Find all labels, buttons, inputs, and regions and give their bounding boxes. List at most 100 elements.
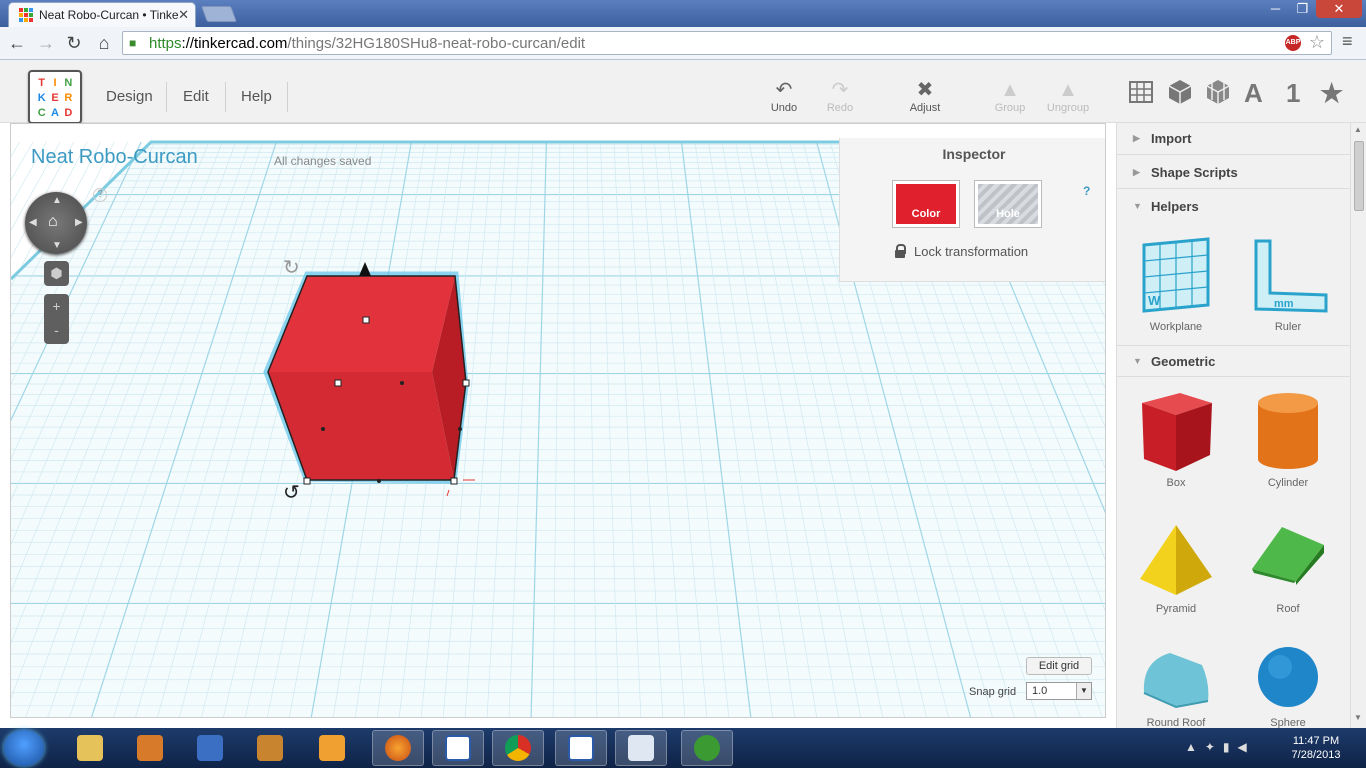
tab-close-icon[interactable]: ✕ [178, 7, 189, 23]
fit-view-cube-icon[interactable]: ⬢ [44, 261, 69, 286]
view-orbit-control[interactable]: ▲ ▼ ◀ ▶ ⌂ [25, 192, 87, 254]
tinkercad-logo[interactable]: T I N K E R C A D [28, 70, 82, 124]
text-tab[interactable]: A [1244, 78, 1263, 109]
logo-letter: A [51, 107, 59, 119]
orbit-left-icon[interactable]: ◀ [29, 217, 37, 228]
resize-handle[interactable] [303, 477, 311, 485]
shape-box[interactable]: Box [1131, 389, 1221, 489]
adblock-icon[interactable]: ABP [1285, 35, 1301, 51]
windows-start-icon[interactable] [4, 730, 44, 766]
url-path: /things/32HG180SHu8-neat-robo-curcan/edi… [287, 34, 586, 52]
logo-letter: R [64, 92, 73, 104]
shape-sphere[interactable]: Sphere [1243, 643, 1333, 728]
home-icon[interactable]: ⌂ [92, 32, 116, 54]
reload-icon[interactable]: ↻ [62, 32, 86, 54]
orbit-right-icon[interactable]: ▶ [75, 217, 83, 228]
chrome-task-icon[interactable] [492, 730, 544, 766]
minimize-icon[interactable]: ─ [1262, 0, 1289, 18]
paint-task-icon[interactable] [615, 730, 667, 766]
workplane-canvas[interactable]: ↻ ↺ Neat Robo-Curcan All changes saved ▲ … [10, 123, 1106, 718]
edit-grid-button[interactable]: Edit grid [1026, 657, 1092, 675]
resize-handle-dot[interactable] [377, 479, 381, 483]
section-shape-scripts-label: Shape Scripts [1151, 165, 1238, 180]
back-icon[interactable]: ← [5, 32, 29, 54]
document-task-icon[interactable] [432, 730, 484, 766]
resize-handle-dot[interactable] [458, 427, 462, 431]
taskbar-clock[interactable]: 11:47 PM 7/28/2013 [1284, 734, 1348, 762]
media-task-icon[interactable] [306, 730, 358, 766]
browser-menu-icon[interactable]: ≡ [1342, 31, 1353, 52]
snap-grid-select[interactable]: 1.0 ▼ [1026, 682, 1092, 700]
new-tab-button[interactable] [201, 6, 237, 22]
inspector-help-icon[interactable]: ? [1083, 184, 1090, 198]
rotate-handle-icon[interactable]: ↺ [283, 480, 300, 504]
undo-button[interactable]: ↶ Undo [759, 78, 809, 114]
redo-button[interactable]: ↷ Redo [815, 78, 865, 114]
resize-handle-dot[interactable] [321, 427, 325, 431]
system-tray-icons[interactable]: ▲✦▮◀ [1185, 740, 1255, 754]
window-close-icon[interactable]: ✕ [1316, 0, 1362, 18]
section-shape-scripts[interactable]: ▶ Shape Scripts [1117, 157, 1350, 189]
project-title[interactable]: Neat Robo-Curcan [31, 146, 198, 169]
zoom-in-icon[interactable]: + [44, 294, 69, 318]
favorites-star-icon[interactable]: ★ [1320, 78, 1343, 109]
lock-transformation-toggle[interactable]: Lock transformation [894, 244, 1028, 259]
group-button[interactable]: ▲ Group [985, 78, 1035, 114]
helper-ruler[interactable]: mm Ruler [1243, 235, 1333, 333]
cube-tab-icon[interactable] [1166, 78, 1194, 106]
resize-handle-dot[interactable] [400, 381, 404, 385]
firefox-task-icon[interactable] [372, 730, 424, 766]
section-import[interactable]: ▶ Import [1117, 123, 1350, 155]
orbit-down-icon[interactable]: ▼ [52, 240, 62, 251]
scroll-thumb[interactable] [1354, 141, 1364, 211]
ungroup-button[interactable]: ▲ Ungroup [1043, 78, 1093, 114]
shape-pyramid[interactable]: Pyramid [1131, 523, 1221, 615]
bookmark-star-icon[interactable]: ☆ [1309, 32, 1325, 53]
group-label: Group [994, 102, 1026, 114]
menu-edit[interactable]: Edit [183, 88, 209, 105]
explorer-task-icon[interactable] [64, 730, 116, 766]
shape-cylinder[interactable]: Cylinder [1243, 389, 1333, 489]
shape-roof[interactable]: Roof [1243, 523, 1333, 615]
helper-workplane[interactable]: W Workplane [1131, 235, 1221, 333]
menu-help[interactable]: Help [241, 88, 272, 105]
sidebar-scrollbar[interactable]: ▲ ▼ [1350, 123, 1366, 728]
rotate-handle-icon[interactable]: ↻ [283, 255, 300, 279]
shape-round-roof[interactable]: Round Roof [1131, 643, 1221, 728]
app-task-icon[interactable] [124, 730, 176, 766]
section-geometric[interactable]: ▼ Geometric [1117, 345, 1350, 377]
section-helpers[interactable]: ▼ Helpers [1117, 191, 1350, 223]
resize-handle[interactable] [450, 477, 458, 485]
address-bar[interactable]: ■ https://tinkercad.com/things/32HG180SH… [122, 31, 1332, 55]
number-tab[interactable]: 1 [1286, 78, 1300, 109]
orbit-up-icon[interactable]: ▲ [52, 195, 62, 206]
scroll-down-icon[interactable]: ▼ [1354, 713, 1362, 722]
pattern-cube-tab-icon[interactable] [1204, 78, 1232, 106]
app-task-icon[interactable] [184, 730, 236, 766]
helper-ruler-label: Ruler [1274, 321, 1302, 333]
url-scheme: https [149, 34, 182, 52]
maximize-icon[interactable]: ❐ [1289, 0, 1316, 18]
resize-handle[interactable] [362, 316, 370, 324]
document-task-icon[interactable] [555, 730, 607, 766]
resize-handle[interactable] [462, 379, 470, 387]
hole-button[interactable]: Hole [974, 180, 1042, 228]
dropdown-arrow-icon: ▼ [1076, 683, 1091, 699]
browser-tab[interactable]: Neat Robo-Curcan • Tinke ✕ [8, 2, 196, 27]
logo-letter: I [53, 77, 57, 89]
helper-workplane-label: Workplane [1149, 321, 1203, 333]
forward-icon[interactable]: → [34, 32, 58, 54]
adjust-button[interactable]: ✖ Adjust [900, 78, 950, 114]
zoom-out-icon[interactable]: - [44, 318, 69, 342]
menu-design[interactable]: Design [106, 88, 153, 105]
scroll-up-icon[interactable]: ▲ [1354, 125, 1362, 134]
utorrent-task-icon[interactable] [681, 730, 733, 766]
app-task-icon[interactable] [244, 730, 296, 766]
color-button[interactable]: Color [892, 180, 960, 228]
logo-letter: N [64, 77, 73, 89]
grid-tab-icon[interactable] [1128, 78, 1156, 106]
view-help-icon[interactable]: ? [93, 188, 107, 202]
home-view-icon[interactable]: ⌂ [48, 213, 58, 231]
browser-chrome: Neat Robo-Curcan • Tinke ✕ ─ ❐ ✕ ← → ↻ ⌂… [0, 0, 1366, 60]
resize-handle[interactable] [334, 379, 342, 387]
